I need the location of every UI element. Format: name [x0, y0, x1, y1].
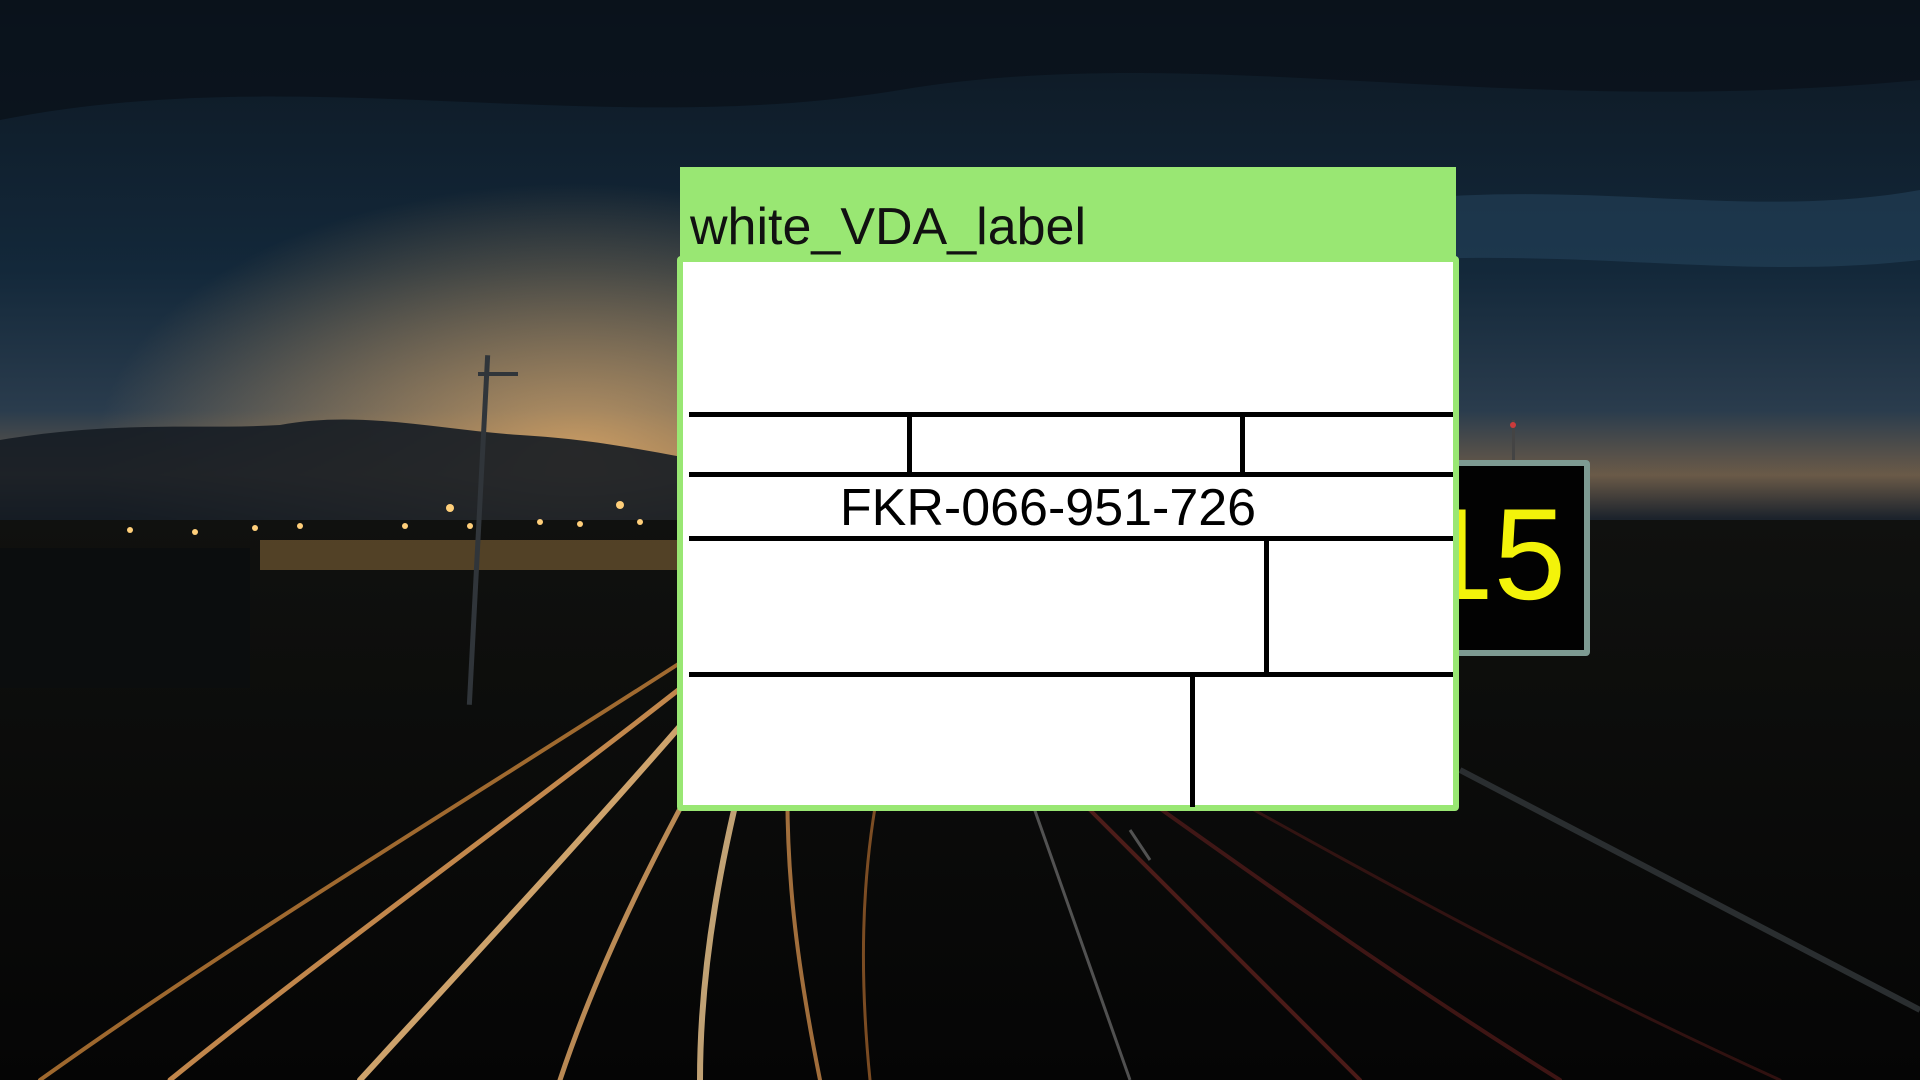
- label-grid-line: [689, 672, 1453, 677]
- label-grid-line: [689, 472, 1453, 477]
- label-grid-line: [907, 412, 912, 474]
- annotation-caption: white_VDA_label: [680, 167, 1456, 259]
- annotation-bounding-box: FKR-066-951-726: [677, 256, 1459, 811]
- vda-label: FKR-066-951-726: [683, 262, 1453, 807]
- label-grid-line: [689, 412, 1453, 417]
- label-grid-line: [1240, 412, 1245, 474]
- label-grid-line: [689, 536, 1453, 541]
- label-grid-line: [1190, 672, 1195, 807]
- highway-night-scene: 15 white_VDA_label FKR-066-951-726: [0, 0, 1920, 1080]
- label-grid-line: [1264, 536, 1269, 674]
- label-id-text: FKR-066-951-726: [839, 479, 1257, 537]
- annotation-class-label: white_VDA_label: [690, 198, 1087, 256]
